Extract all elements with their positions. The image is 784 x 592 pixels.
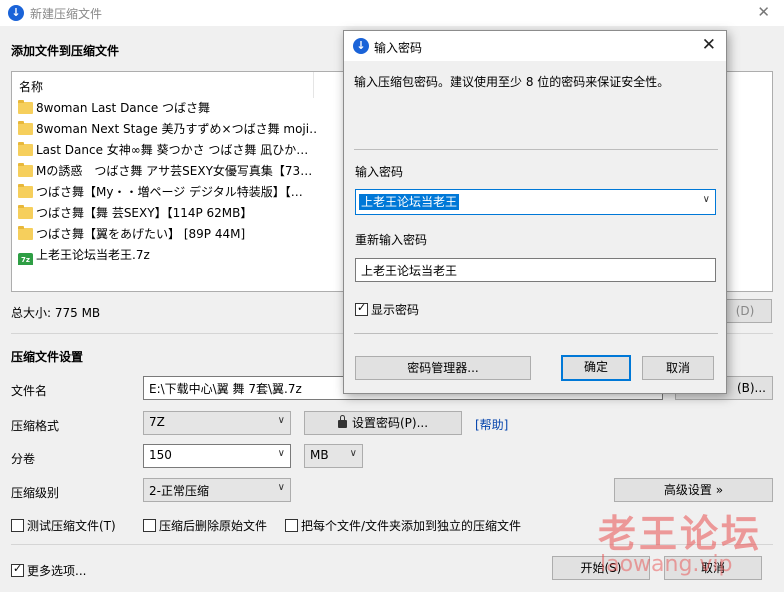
list-item-label: 8woman Next Stage 美乃すずめ×つばさ舞 moji… [36,122,318,136]
watermark-logo: 老王论坛 [598,511,763,556]
list-item[interactable]: 8woman Last Dance つばさ舞 [18,98,318,118]
split-unit-select[interactable]: MB ∨ [304,444,363,468]
chevron-down-icon[interactable]: ∨ [703,194,710,205]
window-titlebar: ↓ 新建压缩文件 ✕ [0,0,784,26]
test-archive-checkbox[interactable] [11,519,24,532]
level-select[interactable]: 2-正常压缩 ∨ [143,478,291,502]
window-close-icon[interactable]: ✕ [757,3,770,21]
list-item[interactable]: つばさ舞【My・・増ページ デジタル特装版】【… [18,182,318,202]
dialog-title: 输入密码 [374,41,423,55]
password-manager-button[interactable]: 密码管理器... [355,356,531,380]
more-options-checkbox[interactable] [11,562,24,577]
more-options-label: 更多选项... [27,564,87,578]
list-item[interactable]: つばさ舞【舞 芸SEXY】【114P 62MB】 [18,203,318,223]
test-archive-label: 测试压缩文件(T) [27,519,116,533]
dialog-close-icon[interactable]: ✕ [702,35,716,55]
list-item-label: Mの誘惑 つばさ舞 アサ芸SEXY女優写真集【73… [36,164,313,178]
watermark-url: laowang.vip [600,552,733,577]
format-select[interactable]: 7Z ∨ [143,411,291,435]
folder-icon [18,184,33,198]
ok-button[interactable]: 确定 [561,355,631,381]
chevron-down-icon: ∨ [277,448,285,459]
folder-icon [18,100,33,114]
help-link[interactable]: [帮助] [475,416,508,433]
format-label: 压缩格式 [11,419,60,433]
password-value: 上老王论坛当老王 [359,194,460,210]
list-item[interactable]: 7z 上老王论坛当老王.7z [18,245,318,265]
chevron-down-icon: ∨ [277,415,285,426]
show-password-label: 显示密码 [371,303,420,317]
folder-icon [18,205,33,219]
list-item-label: つばさ舞【舞 芸SEXY】【114P 62MB】 [36,206,253,220]
set-password-button[interactable]: 设置密码(P)... [304,411,462,435]
split-size-combo[interactable]: 150 ∨ [143,444,291,468]
advanced-settings-button[interactable]: 高级设置 » [614,478,773,502]
total-size-text: 总大小: 775 MB [11,306,101,320]
app-logo-icon: ↓ [8,5,24,21]
folder-icon [18,163,33,177]
column-header-name[interactable]: 名称 [12,72,314,98]
format-select-value: 7Z [149,415,165,429]
lock-icon [337,415,347,428]
dialog-titlebar: ↓ 输入密码 ✕ [344,31,726,61]
list-item[interactable]: Mの誘惑 つばさ舞 アサ芸SEXY女優写真集【73… [18,161,318,181]
list-item-label: 上老王论坛当老王.7z [36,248,150,262]
split-unit-value: MB [310,448,329,462]
delete-after-checkbox[interactable] [143,519,156,532]
dialog-divider [354,149,718,150]
filename-label: 文件名 [11,384,48,398]
app-logo-icon: ↓ [353,38,369,54]
password-dialog: ↓ 输入密码 ✕ 输入压缩包密码。建议使用至少 8 位的密码来保证安全性。 输入… [343,30,727,394]
separate-archives-option[interactable]: 把每个文件/文件夹添加到独立的压缩文件 [285,517,521,534]
level-select-value: 2-正常压缩 [149,484,209,498]
folder-icon [18,121,33,135]
password-label: 输入密码 [355,165,404,179]
test-archive-option[interactable]: 测试压缩文件(T) [11,517,116,534]
chevron-down-icon: ∨ [349,448,357,459]
list-item[interactable]: Last Dance 女神∞舞 葵つかさ つばさ舞 凪ひか… [18,140,318,160]
list-item[interactable]: 8woman Next Stage 美乃すずめ×つばさ舞 moji… [18,119,318,139]
show-password-option[interactable]: 显示密码 [355,301,419,318]
list-item-label: Last Dance 女神∞舞 葵つかさ つばさ舞 凪ひか… [36,143,309,157]
list-item-label: つばさ舞【翼をあげたい】 [89P 44M] [36,227,246,241]
archive-7z-icon: 7z [18,253,33,265]
separate-archives-checkbox[interactable] [285,519,298,532]
level-label: 压缩级别 [11,486,60,500]
list-item-label: 8woman Last Dance つばさ舞 [36,101,211,115]
add-files-heading: 添加文件到压缩文件 [11,44,120,58]
password-input[interactable]: 上老王论坛当老王 ∨ [355,189,716,215]
reenter-password-input[interactable]: 上老王论坛当老王 [355,258,716,282]
show-password-checkbox[interactable] [355,301,368,316]
list-item-label: つばさ舞【My・・増ページ デジタル特装版】【… [36,185,303,199]
delete-after-label: 压缩后删除原始文件 [159,519,268,533]
set-password-label: 设置密码(P)... [351,416,429,430]
dialog-divider [354,333,718,334]
more-options-option[interactable]: 更多选项... [11,562,86,579]
folder-icon [18,226,33,240]
window-title: 新建压缩文件 [30,7,103,21]
archive-settings-heading: 压缩文件设置 [11,350,84,364]
separate-archives-label: 把每个文件/文件夹添加到独立的压缩文件 [301,519,522,533]
split-label: 分卷 [11,452,36,466]
chevron-down-icon: ∨ [277,482,285,493]
dialog-description: 输入压缩包密码。建议使用至少 8 位的密码来保证安全性。 [354,75,670,89]
reenter-password-label: 重新输入密码 [355,233,428,247]
split-size-value: 150 [149,448,172,462]
delete-after-option[interactable]: 压缩后删除原始文件 [143,517,267,534]
dialog-cancel-button[interactable]: 取消 [642,356,714,380]
list-item[interactable]: つばさ舞【翼をあげたい】 [89P 44M] [18,224,318,244]
folder-icon [18,142,33,156]
